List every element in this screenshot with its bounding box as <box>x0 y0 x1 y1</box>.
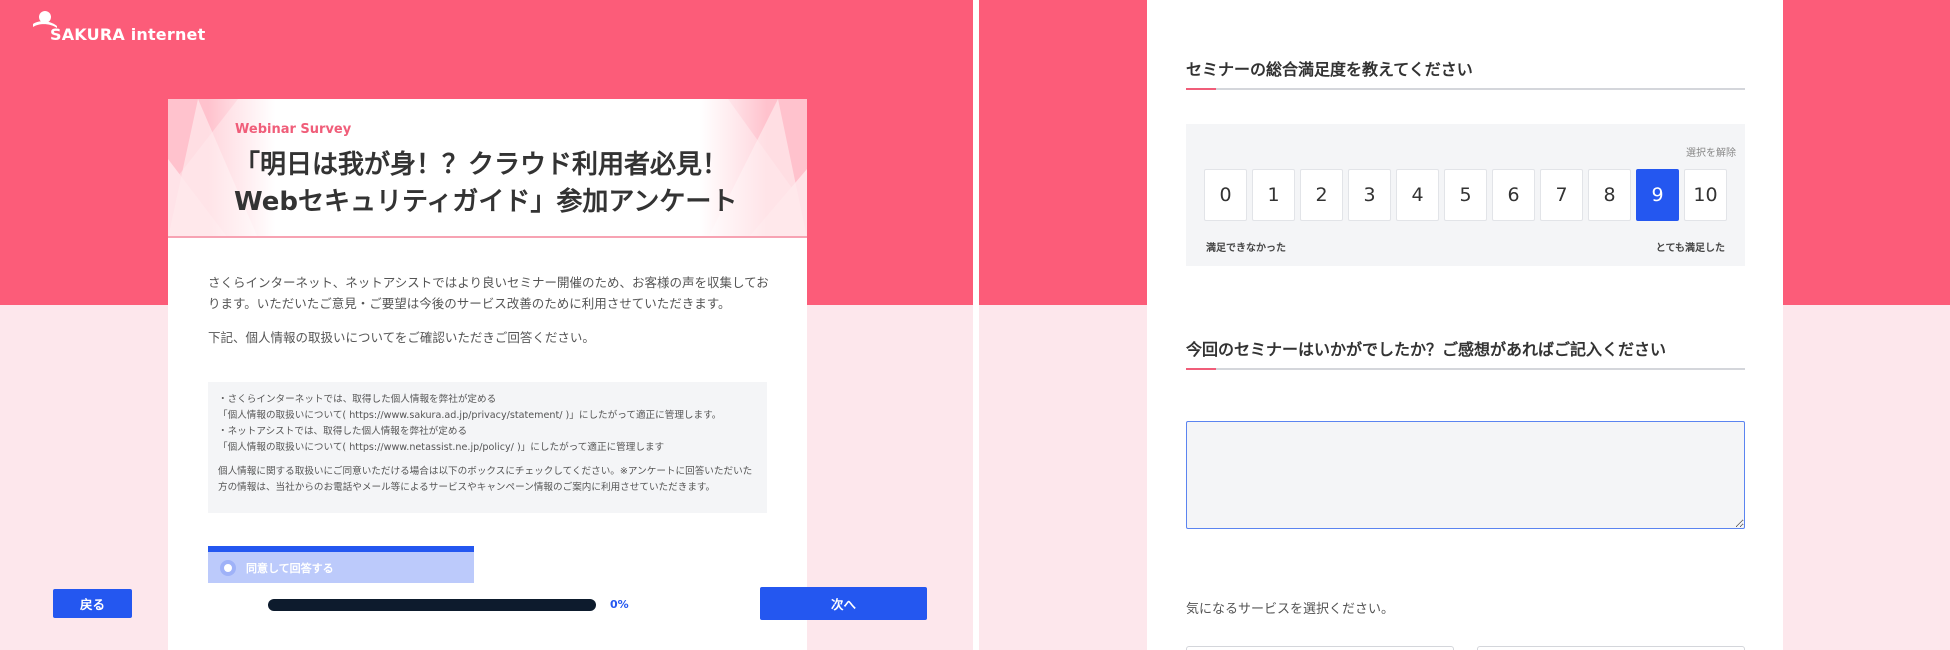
survey-intro: さくらインターネット、ネットアシストではより良いセミナー開催のため、お客様の声を… <box>208 272 773 361</box>
survey-title: 「明日は我が身！？クラウド利用者必見！ Webセキュリティガイド」参加アンケート <box>234 147 754 221</box>
scale-option-3[interactable]: 3 <box>1348 169 1391 221</box>
header-band <box>979 0 1147 305</box>
next-button[interactable]: 次へ <box>760 587 927 620</box>
scale-option-8[interactable]: 8 <box>1588 169 1631 221</box>
header-band <box>1783 0 1950 305</box>
q2-underline <box>1186 368 1745 370</box>
scale-option-7[interactable]: 7 <box>1540 169 1583 221</box>
scale-option-1[interactable]: 1 <box>1252 169 1295 221</box>
consent-label: 同意して回答する <box>246 561 334 575</box>
scale-option-10[interactable]: 10 <box>1684 169 1727 221</box>
consent-checkbox[interactable]: 同意して回答する <box>208 546 474 583</box>
scale-option-6[interactable]: 6 <box>1492 169 1535 221</box>
feedback-textarea[interactable] <box>1186 421 1745 529</box>
satisfaction-scale: 選択を解除 0 1 2 3 4 5 6 7 8 9 10 満足できなかった とても満足した <box>1186 124 1745 266</box>
scale-low-label: 満足できなかった <box>1206 243 1286 254</box>
q2-title: 今回のセミナーはいかがでしたか？ご感想があればご記入ください <box>1186 340 1667 359</box>
survey-intro-panel: SAKURA internet Webinar Survey 「明日は我が身！？… <box>0 0 973 650</box>
intro-paragraph: さくらインターネット、ネットアシストではより良いセミナー開催のため、お客様の声を… <box>208 275 769 311</box>
survey-title-line1: 「明日は我が身！？クラウド利用者必見！ <box>234 150 729 180</box>
service-option[interactable] <box>1477 646 1745 650</box>
clear-selection-link[interactable]: 選択を解除 <box>1186 144 1745 159</box>
privacy-line: 「個人情報の取扱いについて( https://www.netassist.ne.… <box>218 442 665 453</box>
sakura-logo[interactable]: SAKURA internet <box>30 10 205 44</box>
progress-label: 0% <box>610 598 629 611</box>
intro-paragraph: 下記、個人情報の取扱いについてをご確認いただきご回答ください。 <box>208 330 595 345</box>
scale-option-9[interactable]: 9 <box>1636 169 1679 221</box>
survey-questions-panel: セミナーの総合満足度を教えてください 選択を解除 0 1 2 3 4 5 6 7 8 9 10 満足… <box>979 0 1950 650</box>
scale-option-2[interactable]: 2 <box>1300 169 1343 221</box>
privacy-notice: ・さくらインターネットでは、取得した個人情報を弊社が定める 「個人情報の取扱いに… <box>208 382 767 513</box>
q1-underline <box>1186 88 1745 90</box>
scale-options: 0 1 2 3 4 5 6 7 8 9 10 <box>1204 169 1732 221</box>
privacy-line: ・さくらインターネットでは、取得した個人情報を弊社が定める <box>218 394 497 405</box>
scale-option-4[interactable]: 4 <box>1396 169 1439 221</box>
privacy-line: ・ネットアシストでは、取得した個人情報を弊社が定める <box>218 426 468 437</box>
scale-high-label: とても満足した <box>1655 243 1725 254</box>
service-prompt: 気になるサービスを選択ください。 <box>1186 602 1395 617</box>
privacy-line: 「個人情報の取扱いについて( https://www.sakura.ad.jp/… <box>218 410 722 421</box>
questions-card: セミナーの総合満足度を教えてください 選択を解除 0 1 2 3 4 5 6 7 8 9 10 満足… <box>1147 0 1783 650</box>
survey-title-line2: Webセキュリティガイド」参加アンケート <box>234 187 738 217</box>
consent-radio-icon[interactable] <box>220 559 236 576</box>
service-option[interactable] <box>1186 646 1454 650</box>
privacy-consent-note: 個人情報に関する取扱いにご同意いただける場合は以下のボックスにチェックしてくださ… <box>218 466 753 493</box>
logo-text: SAKURA internet <box>50 25 206 44</box>
survey-kicker: Webinar Survey <box>235 122 352 137</box>
survey-header: Webinar Survey 「明日は我が身！？クラウド利用者必見！ Webセキ… <box>168 99 807 238</box>
back-button[interactable]: 戻る <box>53 589 132 618</box>
q1-title: セミナーの総合満足度を教えてください <box>1186 60 1473 79</box>
progress-bar <box>268 599 596 611</box>
scale-option-5[interactable]: 5 <box>1444 169 1487 221</box>
clear-selection-label[interactable]: 選択を解除 <box>1686 148 1736 159</box>
scale-option-0[interactable]: 0 <box>1204 169 1247 221</box>
